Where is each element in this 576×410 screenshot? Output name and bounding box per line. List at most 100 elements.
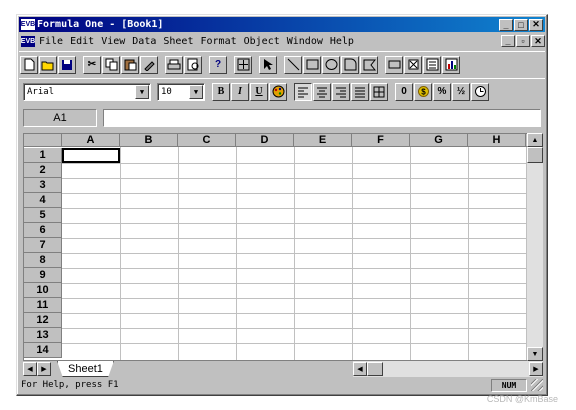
active-cell[interactable]: [62, 148, 120, 163]
hscroll-right-icon[interactable]: ▶: [529, 362, 543, 376]
doc-close-button[interactable]: ✕: [531, 35, 545, 47]
arc-tool-icon[interactable]: [341, 55, 359, 74]
close-button[interactable]: ✕: [529, 18, 543, 31]
chevron-down-icon[interactable]: ▼: [135, 84, 149, 99]
column-header[interactable]: G: [410, 134, 468, 147]
row-header[interactable]: 9: [24, 268, 62, 283]
row-header[interactable]: 5: [24, 208, 62, 223]
menu-view[interactable]: View: [101, 36, 125, 47]
help-icon[interactable]: ?: [209, 55, 227, 74]
checkbox-control-icon[interactable]: [404, 55, 422, 74]
spreadsheet-grid[interactable]: A B C D E F G H 1 2 3 4 5 6 7 8 9 10 11 …: [23, 133, 537, 361]
maximize-button[interactable]: □: [514, 18, 528, 31]
app-window: EVB Formula One - [Book1] _ □ ✕ EVB File…: [16, 14, 548, 396]
number-format-button[interactable]: 0: [395, 82, 413, 101]
menu-data[interactable]: Data: [132, 36, 156, 47]
menu-help[interactable]: Help: [330, 36, 354, 47]
menu-format[interactable]: Format: [200, 36, 236, 47]
bold-button[interactable]: B: [212, 82, 230, 101]
doc-restore-button[interactable]: ▫: [516, 35, 530, 47]
row-header[interactable]: 1: [24, 148, 62, 163]
row-header[interactable]: 10: [24, 283, 62, 298]
print-preview-icon[interactable]: [184, 55, 202, 74]
svg-text:$: $: [421, 88, 426, 97]
scroll-down-icon[interactable]: ▼: [527, 347, 543, 361]
line-tool-icon[interactable]: [284, 55, 302, 74]
row-header[interactable]: 8: [24, 253, 62, 268]
column-header[interactable]: E: [294, 134, 352, 147]
document-icon[interactable]: EVB: [21, 35, 35, 47]
column-header[interactable]: D: [236, 134, 294, 147]
doc-minimize-button[interactable]: _: [501, 35, 515, 47]
tab-sheet1[interactable]: Sheet1: [57, 361, 114, 377]
ellipse-tool-icon[interactable]: [322, 55, 340, 74]
currency-icon[interactable]: $: [414, 82, 432, 101]
align-left-icon[interactable]: [294, 82, 312, 101]
pointer-icon[interactable]: [259, 55, 277, 74]
minimize-button[interactable]: _: [499, 18, 513, 31]
rectangle-tool-icon[interactable]: [303, 55, 321, 74]
align-center-icon[interactable]: [313, 82, 331, 101]
italic-button[interactable]: I: [231, 82, 249, 101]
copy-icon[interactable]: [102, 55, 120, 74]
status-bar: For Help, press F1 NUM: [19, 377, 545, 393]
cut-icon[interactable]: ✂: [83, 55, 101, 74]
tab-scroll-right-icon[interactable]: ▶: [37, 362, 51, 376]
column-header[interactable]: A: [62, 134, 120, 147]
scroll-thumb[interactable]: [527, 147, 543, 163]
align-right-icon[interactable]: [332, 82, 350, 101]
print-icon[interactable]: [165, 55, 183, 74]
borders-icon[interactable]: [370, 82, 388, 101]
save-icon[interactable]: [58, 55, 76, 74]
chart-icon[interactable]: [442, 55, 460, 74]
new-document-icon[interactable]: [20, 55, 38, 74]
select-all-icon[interactable]: [234, 55, 252, 74]
grid-line: [62, 193, 536, 194]
title-bar[interactable]: EVB Formula One - [Book1] _ □ ✕: [19, 17, 545, 32]
color-palette-icon[interactable]: [269, 82, 287, 101]
vertical-scrollbar[interactable]: ▲ ▼: [527, 133, 543, 361]
menu-object[interactable]: Object: [244, 36, 280, 47]
row-header[interactable]: 12: [24, 313, 62, 328]
row-header[interactable]: 14: [24, 343, 62, 358]
clock-icon[interactable]: [471, 82, 489, 101]
fraction-button[interactable]: ½: [452, 82, 470, 101]
font-size-select[interactable]: 10 ▼: [157, 82, 205, 101]
hscroll-thumb[interactable]: [367, 362, 383, 376]
polygon-tool-icon[interactable]: [360, 55, 378, 74]
row-header[interactable]: 11: [24, 298, 62, 313]
resize-grip-icon[interactable]: [531, 379, 543, 391]
menu-file[interactable]: File: [39, 36, 63, 47]
font-name-select[interactable]: Arial ▼: [23, 82, 151, 101]
column-header[interactable]: C: [178, 134, 236, 147]
format-painter-icon[interactable]: [140, 55, 158, 74]
align-justify-icon[interactable]: [351, 82, 369, 101]
paste-icon[interactable]: [121, 55, 139, 74]
grid-line: [62, 238, 536, 239]
chevron-down-icon[interactable]: ▼: [189, 84, 203, 99]
column-header[interactable]: F: [352, 134, 410, 147]
percent-button[interactable]: %: [433, 82, 451, 101]
column-header[interactable]: H: [468, 134, 526, 147]
underline-button[interactable]: U: [250, 82, 268, 101]
hscroll-left-icon[interactable]: ◀: [353, 362, 367, 376]
tab-scroll-left-icon[interactable]: ◀: [23, 362, 37, 376]
scroll-up-icon[interactable]: ▲: [527, 133, 543, 147]
cell-reference-box[interactable]: A1: [23, 109, 97, 127]
column-header[interactable]: B: [120, 134, 178, 147]
button-control-icon[interactable]: [385, 55, 403, 74]
menu-edit[interactable]: Edit: [70, 36, 94, 47]
row-header[interactable]: 2: [24, 163, 62, 178]
row-header[interactable]: 13: [24, 328, 62, 343]
formula-input[interactable]: [103, 109, 541, 127]
corner-select-all[interactable]: [24, 134, 62, 147]
row-header[interactable]: 3: [24, 178, 62, 193]
listbox-control-icon[interactable]: [423, 55, 441, 74]
horizontal-scrollbar[interactable]: ◀ ▶: [353, 361, 543, 377]
row-header[interactable]: 7: [24, 238, 62, 253]
row-header[interactable]: 4: [24, 193, 62, 208]
row-header[interactable]: 6: [24, 223, 62, 238]
menu-sheet[interactable]: Sheet: [163, 36, 193, 47]
open-folder-icon[interactable]: [39, 55, 57, 74]
menu-window[interactable]: Window: [287, 36, 323, 47]
